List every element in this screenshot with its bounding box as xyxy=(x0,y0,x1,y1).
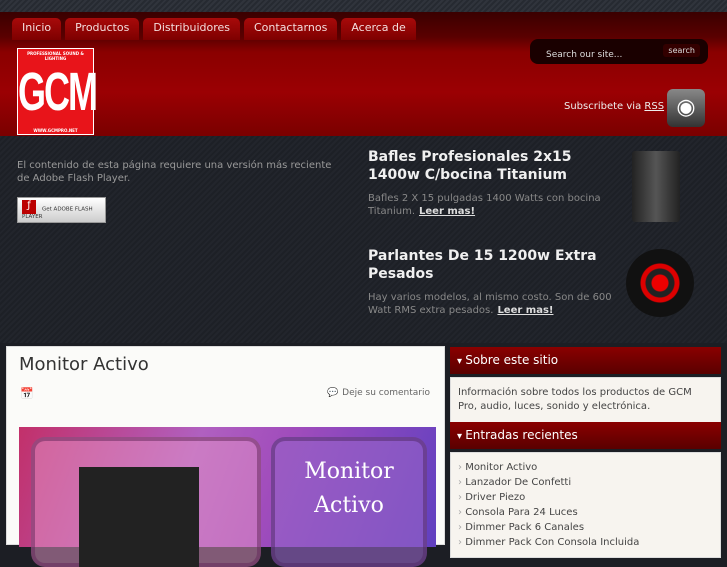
woofer-image[interactable] xyxy=(626,249,694,317)
calendar-icon: 📅 xyxy=(20,387,34,400)
nav-inicio[interactable]: Inicio xyxy=(12,18,62,40)
widget-title: Entradas recientes xyxy=(450,422,721,449)
get-flash-button[interactable]: ƒ Get ADOBE FLASH PLAYER xyxy=(17,197,106,223)
nav-distribuidores[interactable]: Distribuidores xyxy=(143,18,240,40)
recent-post-link[interactable]: Driver Piezo xyxy=(458,490,713,505)
speaker-cabinet-image[interactable] xyxy=(632,151,680,222)
monitor-speaker xyxy=(79,467,199,567)
flash-message: El contenido de esta página requiere una… xyxy=(17,160,332,184)
recent-post-link[interactable]: Lanzador De Confetti xyxy=(458,475,713,490)
recent-post-link[interactable]: Dimmer Pack 6 Canales xyxy=(458,520,713,535)
widget-about: Sobre este sitio Información sobre todos… xyxy=(450,347,721,423)
featured-item: Parlantes De 15 1200w Extra Pesados Hay … xyxy=(368,247,618,317)
logo[interactable]: PROFESSIONAL SOUND & LIGHTING GCM WWW.GC… xyxy=(17,48,98,135)
nav-contactarnos[interactable]: Contactarnos xyxy=(244,18,338,40)
comment-link[interactable]: 💬 Deje su comentario xyxy=(327,388,434,398)
widget-text: Información sobre todos los productos de… xyxy=(450,377,721,423)
recent-post-link[interactable]: Dimmer Pack Con Consola Incluida xyxy=(458,535,713,550)
rss-text: Subscribete via xyxy=(564,101,642,112)
widget-recent-posts: Entradas recientes Monitor Activo Lanzad… xyxy=(450,422,721,558)
featured-item: Bafles Profesionales 2x15 1400w C/bocina… xyxy=(368,148,618,218)
rss-icon[interactable]: ◉ xyxy=(667,89,705,127)
featured-area: El contenido de esta página requiere una… xyxy=(0,136,727,343)
widget-title: Sobre este sitio xyxy=(450,347,721,374)
search-input[interactable] xyxy=(536,46,656,64)
recent-posts-list: Monitor Activo Lanzador De Confetti Driv… xyxy=(450,452,721,558)
logo-text: GCM xyxy=(18,60,98,123)
post: Monitor Activo 📅 💬 Deje su comentario Mon… xyxy=(6,346,445,567)
comment-icon: 💬 xyxy=(326,388,339,398)
search-form: search xyxy=(530,39,708,64)
nav-acerca-de[interactable]: Acerca de xyxy=(341,18,416,40)
logo-tagline: PROFESSIONAL SOUND & LIGHTING xyxy=(27,51,84,61)
header: Inicio Productos Distribuidores Contacta… xyxy=(0,12,727,136)
top-strip xyxy=(0,0,727,12)
search-button[interactable]: search xyxy=(663,44,700,57)
logo-url: WWW.GCMPRO.NET xyxy=(33,128,78,133)
post-image: Monitor Activo xyxy=(19,427,436,567)
main-nav: Inicio Productos Distribuidores Contacta… xyxy=(12,18,416,40)
recent-post-link[interactable]: Consola Para 24 Luces xyxy=(458,505,713,520)
recent-post-link[interactable]: Monitor Activo xyxy=(458,460,713,475)
featured-excerpt: Bafles 2 X 15 pulgadas 1400 Watts con bo… xyxy=(368,193,601,217)
read-more-link[interactable]: Leer mas! xyxy=(497,305,553,316)
image-caption: Monitor Activo xyxy=(271,437,427,567)
rss-subscribe: Subscribete via RSS xyxy=(564,101,664,112)
nav-productos[interactable]: Productos xyxy=(65,18,140,40)
read-more-link[interactable]: Leer mas! xyxy=(419,206,475,217)
featured-excerpt: Hay varios modelos, al mismo costo. Son … xyxy=(368,292,612,316)
featured-title[interactable]: Bafles Profesionales 2x15 1400w C/bocina… xyxy=(368,148,618,184)
featured-title[interactable]: Parlantes De 15 1200w Extra Pesados xyxy=(368,247,618,283)
image-panel xyxy=(31,437,261,567)
rss-link[interactable]: RSS xyxy=(644,101,664,112)
post-title[interactable]: Monitor Activo xyxy=(19,354,149,375)
flash-icon: ƒ xyxy=(22,200,36,214)
comment-label: Deje su comentario xyxy=(342,388,430,398)
